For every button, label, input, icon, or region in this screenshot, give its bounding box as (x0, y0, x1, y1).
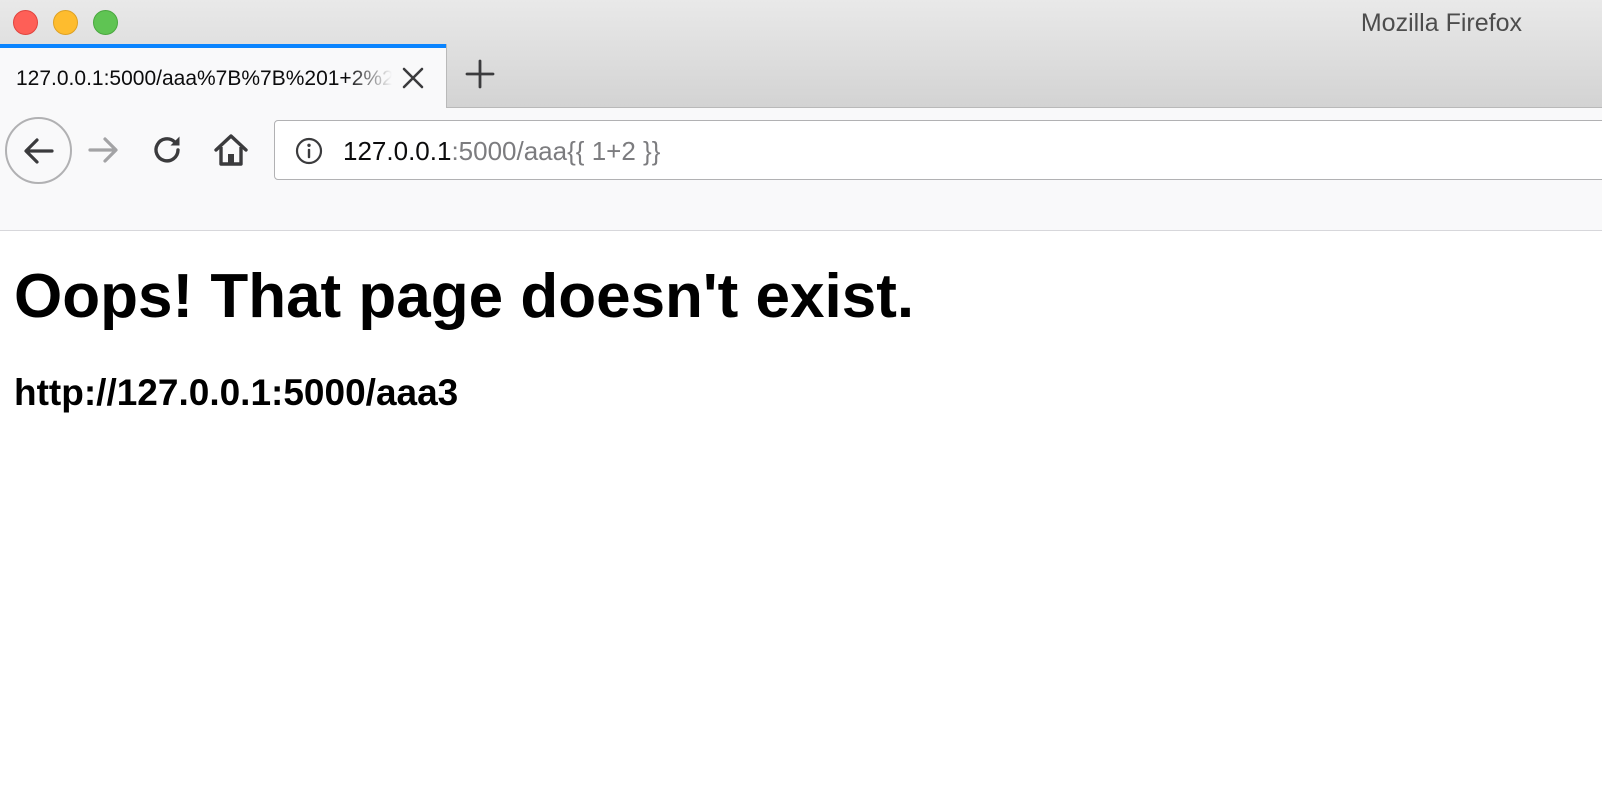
reload-icon (154, 136, 180, 163)
window-minimize-button[interactable] (53, 10, 78, 35)
forward-button[interactable] (81, 127, 127, 173)
window-close-button[interactable] (13, 10, 38, 35)
page-heading: Oops! That page doesn't exist. (14, 262, 915, 331)
url-host: 127.0.0.1 (343, 136, 452, 166)
plus-icon[interactable] (462, 56, 498, 92)
url-text[interactable]: 127.0.0.1:5000/aaa{{ 1+2 }} (343, 135, 660, 167)
page-content: Oops! That page doesn't exist. http://12… (0, 231, 1602, 786)
page-url: http://127.0.0.1:5000/aaa3 (14, 372, 459, 413)
home-button[interactable] (208, 127, 254, 173)
home-icon (214, 134, 248, 166)
window-maximize-button[interactable] (93, 10, 118, 35)
title-bar: Mozilla Firefox 127.0.0.1:5000/aaa%7B%7B… (0, 0, 1602, 109)
url-path: :5000/aaa{{ 1+2 }} (451, 136, 661, 166)
close-icon[interactable] (398, 63, 428, 93)
arrow-left-icon (23, 137, 54, 164)
navigation-toolbar: 127.0.0.1:5000/aaa{{ 1+2 }} (0, 108, 1602, 231)
tab-active[interactable]: 127.0.0.1:5000/aaa%7B%7B%201+2%20%7D%7D (0, 44, 447, 109)
reload-button[interactable] (145, 127, 191, 173)
back-button[interactable] (5, 117, 72, 184)
arrow-right-icon (88, 137, 118, 163)
browser-window: Mozilla Firefox 127.0.0.1:5000/aaa%7B%7B… (0, 0, 1602, 786)
tab-title: 127.0.0.1:5000/aaa%7B%7B%201+2%20%7D%7D (16, 67, 392, 90)
window-title: Mozilla Firefox (1360, 9, 1522, 37)
url-bar[interactable]: 127.0.0.1:5000/aaa{{ 1+2 }} (274, 120, 1602, 180)
tab-active-indicator (0, 44, 446, 48)
info-icon[interactable] (294, 136, 324, 166)
